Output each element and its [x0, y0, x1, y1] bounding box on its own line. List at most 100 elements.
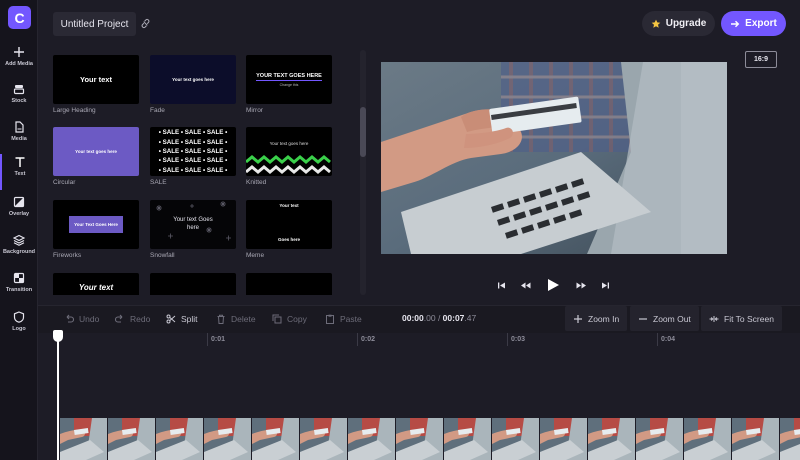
play-icon	[548, 279, 559, 291]
paste-button[interactable]: Paste	[325, 306, 362, 331]
filmstrip-frame	[732, 418, 780, 460]
template-blank-2[interactable]	[246, 273, 332, 295]
library-scrollbar[interactable]	[360, 50, 366, 295]
zoom-in-label: Zoom In	[588, 313, 620, 324]
filmstrip-frame	[684, 418, 732, 460]
sidebar-item-text[interactable]: Text	[0, 154, 38, 190]
template-name: Knitted	[246, 179, 267, 186]
rewind-icon	[521, 282, 531, 288]
template-thumbnail	[150, 273, 236, 295]
filmstrip-frame	[348, 418, 396, 460]
filmstrip-frame	[156, 418, 204, 460]
aspect-ratio-button[interactable]: 16:9	[745, 51, 777, 68]
scrollbar-thumb[interactable]	[360, 107, 366, 157]
template-name: SALE	[150, 179, 167, 186]
filmstrip-frame	[108, 418, 156, 460]
template-preview-subtext: Goes here	[277, 237, 300, 242]
export-button[interactable]: Export	[721, 11, 786, 36]
filmstrip-frame	[540, 418, 588, 460]
transition-icon	[13, 272, 25, 284]
playhead-handle[interactable]	[53, 330, 63, 342]
sidebar-item-add-media[interactable]: Add Media	[0, 44, 38, 80]
sidebar-item-label: Overlay	[8, 211, 30, 217]
filmstrip-frame	[588, 418, 636, 460]
undo-label: Undo	[79, 313, 100, 324]
template-thumbnail: Your Text Goes Here	[53, 200, 139, 249]
stack-icon	[13, 85, 25, 95]
filmstrip-frame	[492, 418, 540, 460]
sidebar-item-overlay[interactable]: Overlay	[0, 194, 38, 230]
video-editor: C Add Media Stock Media Text Overlay Bac…	[0, 0, 800, 460]
shield-icon	[13, 311, 25, 323]
template-preview-text: • SALE • SALE • SALE •	[158, 147, 228, 155]
template-sale[interactable]: • SALE • SALE • SALE • • SALE • SALE • S…	[150, 127, 236, 186]
skip-forward-icon	[602, 282, 609, 288]
sidebar-item-background[interactable]: Background	[0, 232, 38, 268]
template-knitted[interactable]: Your text goes here Knitted	[246, 127, 332, 186]
template-preview-subtext: Change this	[279, 82, 299, 87]
delete-label: Delete	[231, 313, 256, 324]
split-button[interactable]: Split	[166, 306, 198, 331]
template-meme[interactable]: Your text Goes here Meme	[246, 200, 332, 259]
zoom-out-button[interactable]: Zoom Out	[630, 306, 699, 331]
copy-button[interactable]: Copy	[272, 306, 307, 331]
sidebar-item-transition[interactable]: Transition	[0, 270, 38, 306]
filmstrip-frame	[780, 418, 800, 460]
filmstrip-frame	[300, 418, 348, 460]
template-thumbnail: YOUR TEXT GOES HERE Change this	[246, 55, 332, 104]
plus-icon	[14, 47, 24, 57]
filmstrip-frame	[252, 418, 300, 460]
play-button[interactable]	[546, 276, 560, 294]
upgrade-button[interactable]: Upgrade	[642, 11, 715, 36]
rewind-button[interactable]	[520, 276, 531, 294]
template-snowfall[interactable]: Your text Goes here Snowfall	[150, 200, 236, 259]
ruler-tick	[507, 333, 508, 346]
template-thumbnail: Your text Goes here	[150, 200, 236, 249]
template-fade[interactable]: Your text goes here Fade	[150, 55, 236, 114]
video-track[interactable]	[60, 418, 800, 460]
total-time: 00:07	[442, 313, 465, 323]
template-outlined[interactable]: Your text	[53, 273, 139, 295]
sidebar-item-label: Add Media	[5, 61, 33, 67]
unlink-icon[interactable]	[140, 18, 151, 29]
copy-label: Copy	[287, 313, 307, 324]
zoom-in-button[interactable]: Zoom In	[565, 306, 628, 331]
sidebar-item-label: Background	[2, 249, 36, 255]
template-preview-text: Your text	[279, 203, 299, 208]
template-thumbnail: • SALE • SALE • SALE • • SALE • SALE • S…	[150, 127, 236, 176]
playhead[interactable]	[57, 333, 59, 460]
preview-image	[381, 62, 727, 254]
template-fireworks[interactable]: Your Text Goes Here Fireworks	[53, 200, 139, 259]
undo-button[interactable]: Undo	[64, 306, 99, 331]
star-icon	[651, 19, 661, 28]
template-circular[interactable]: Your text goes here Circular	[53, 127, 139, 186]
template-name: Fireworks	[53, 252, 82, 259]
ruler-tick	[207, 333, 208, 346]
sidebar-item-media[interactable]: Media	[0, 119, 38, 155]
scissors-icon	[166, 314, 176, 323]
ruler-label: 0:04	[661, 336, 676, 343]
template-name: Large Heading	[53, 107, 96, 114]
sidebar-item-label: Logo	[12, 326, 26, 332]
template-blank-1[interactable]	[150, 273, 236, 295]
project-title-input[interactable]: Untitled Project	[53, 12, 136, 36]
paste-label: Paste	[340, 313, 362, 324]
redo-button[interactable]: Redo	[115, 306, 150, 331]
template-preview-text: • SALE • SALE • SALE •	[158, 166, 228, 174]
sidebar-item-logo[interactable]: Logo	[0, 309, 38, 345]
time-separator: /	[435, 313, 443, 323]
template-mirror[interactable]: YOUR TEXT GOES HERE Change this Mirror	[246, 55, 332, 114]
app-logo[interactable]: C	[8, 6, 31, 29]
template-large-heading[interactable]: Your text Large Heading	[53, 55, 139, 114]
template-thumbnail: Your text	[53, 55, 139, 104]
fast-forward-button[interactable]	[576, 276, 587, 294]
ruler-tick	[357, 333, 358, 346]
trash-icon	[217, 314, 225, 324]
fit-label: Fit To Screen	[724, 313, 774, 324]
skip-to-start-button[interactable]	[497, 276, 506, 294]
delete-button[interactable]: Delete	[216, 306, 256, 331]
fit-to-screen-button[interactable]: Fit To Screen	[701, 306, 782, 331]
sidebar-item-stock[interactable]: Stock	[0, 81, 38, 117]
left-sidebar: C Add Media Stock Media Text Overlay Bac…	[0, 0, 38, 460]
skip-to-end-button[interactable]	[601, 276, 610, 294]
